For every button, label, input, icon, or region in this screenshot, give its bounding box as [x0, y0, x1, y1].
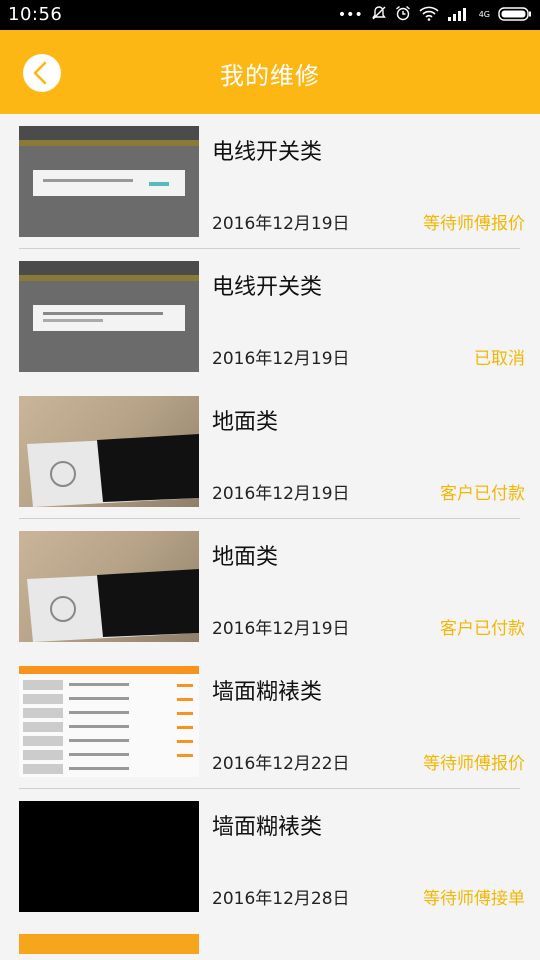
order-thumbnail [19, 666, 199, 777]
list-item[interactable]: 墙面糊裱类 2016年12月28日 等待师傅接单 [0, 789, 540, 924]
order-category: 电线开关类 [212, 140, 323, 165]
app-bar: 我的维修 [0, 30, 540, 114]
order-date: 2016年12月19日 [212, 619, 350, 639]
order-date: 2016年12月19日 [212, 214, 350, 234]
list-item[interactable]: 墙面糊裱类 2016年12月22日 等待师傅报价 [0, 654, 540, 789]
list-item[interactable]: 地面类 2016年12月19日 客户已付款 [0, 384, 540, 519]
list-item[interactable] [0, 924, 540, 954]
order-category: 墙面糊裱类 [212, 815, 323, 840]
order-category: 地面类 [212, 545, 279, 570]
order-thumbnail [19, 126, 199, 237]
list-item[interactable]: 地面类 2016年12月19日 客户已付款 [0, 519, 540, 654]
alarm-icon [395, 5, 411, 25]
status-time: 10:56 [8, 4, 63, 25]
signal-icon [447, 6, 471, 25]
notification-muted-icon [371, 5, 387, 25]
order-status: 等待师傅报价 [423, 214, 525, 234]
order-date: 2016年12月28日 [212, 889, 350, 909]
order-status: 等待师傅接单 [423, 889, 525, 909]
order-thumbnail [19, 531, 199, 642]
battery-icon [498, 6, 532, 25]
repair-order-list[interactable]: 电线开关类 2016年12月19日 等待师傅报价 电线开关类 2016年12月1… [0, 114, 540, 954]
order-category: 地面类 [212, 410, 279, 435]
order-date: 2016年12月22日 [212, 754, 350, 774]
order-thumbnail [19, 396, 199, 507]
status-icons: ••• 4G [338, 5, 532, 25]
order-category: 电线开关类 [212, 275, 323, 300]
wifi-icon [419, 5, 439, 25]
order-status: 已取消 [474, 349, 525, 369]
list-item[interactable]: 电线开关类 2016年12月19日 已取消 [0, 249, 540, 384]
order-status: 客户已付款 [440, 619, 525, 639]
status-bar: 10:56 ••• 4G [0, 0, 540, 30]
order-status: 等待师傅报价 [423, 754, 525, 774]
more-dots-icon: ••• [337, 7, 363, 23]
list-item[interactable]: 电线开关类 2016年12月19日 等待师傅报价 [0, 114, 540, 249]
order-thumbnail [19, 261, 199, 372]
order-thumbnail [19, 934, 199, 954]
order-status: 客户已付款 [440, 484, 525, 504]
order-thumbnail [19, 801, 199, 912]
order-date: 2016年12月19日 [212, 349, 350, 369]
order-category: 墙面糊裱类 [212, 680, 323, 705]
page-title: 我的维修 [220, 62, 320, 90]
network-type: 4G [478, 10, 490, 19]
order-date: 2016年12月19日 [212, 484, 350, 504]
